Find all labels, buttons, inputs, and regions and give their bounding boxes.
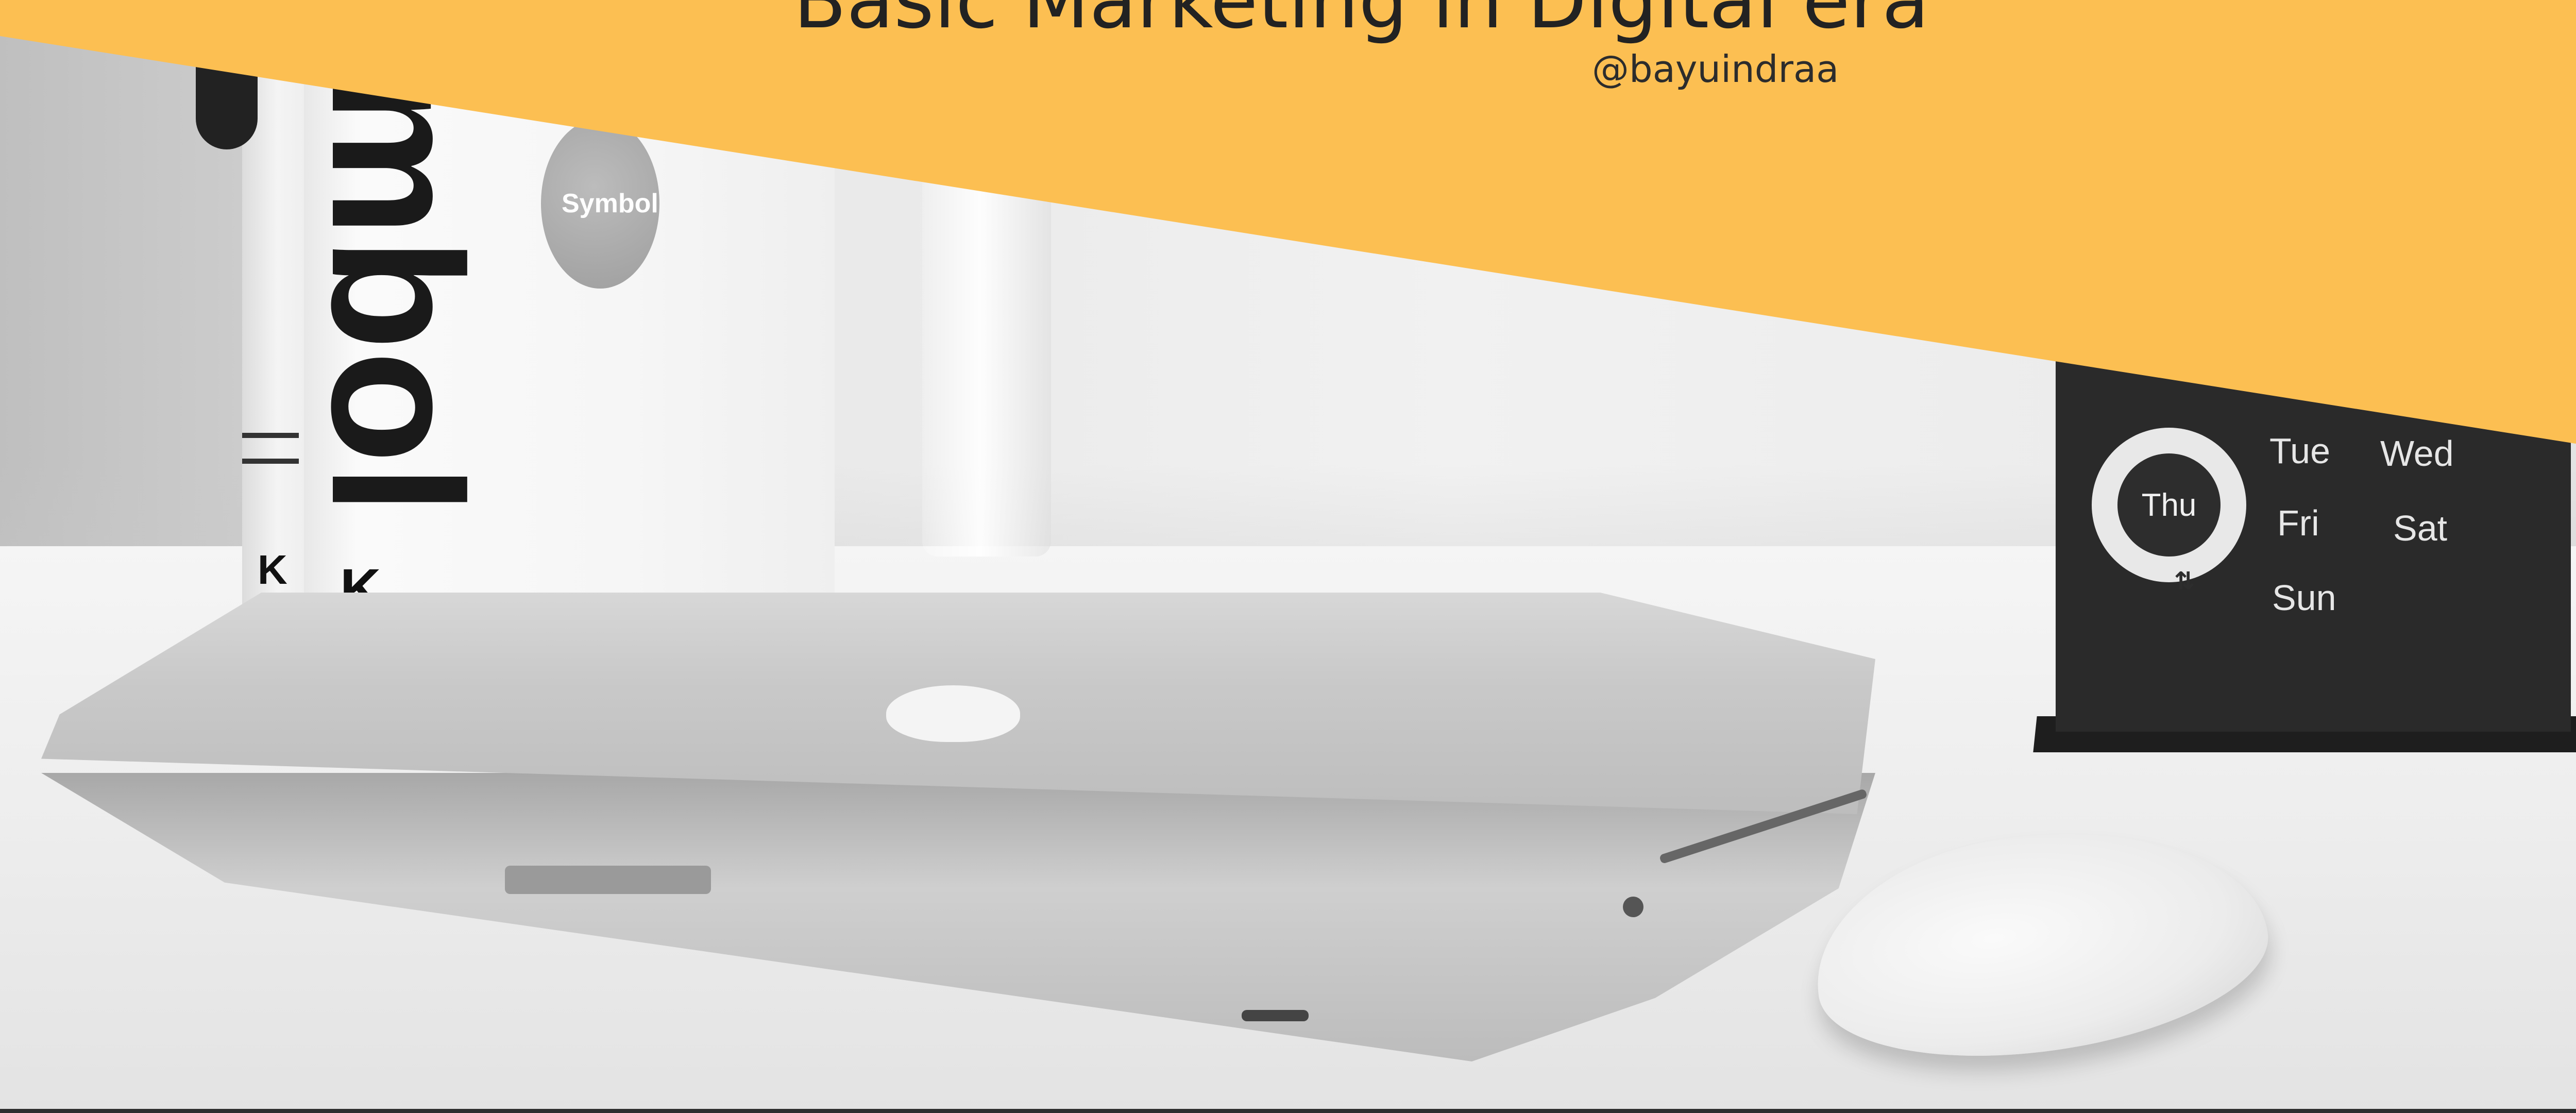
clock-day-wed: Wed bbox=[2380, 433, 2454, 474]
sticker-text: Symbol bbox=[562, 189, 658, 218]
slide-title: Basic Marketing in Digital era bbox=[793, 0, 1929, 46]
headphone-port bbox=[1623, 897, 1643, 917]
publisher-mark-1: K bbox=[258, 547, 287, 593]
dial-center: Thu bbox=[2117, 453, 2221, 556]
slide-bottom-edge bbox=[0, 1109, 2576, 1113]
sleep-indicator bbox=[1242, 1010, 1309, 1021]
drinking-glass bbox=[922, 155, 1051, 556]
dial-center-day: Thu bbox=[2141, 487, 2197, 523]
clock-day-fri: Fri bbox=[2277, 503, 2319, 543]
clock-day-sun: Sun bbox=[2272, 578, 2336, 618]
clock-day-tue: Tue bbox=[2269, 431, 2331, 471]
book-sticker: Symbol bbox=[541, 119, 659, 289]
laptop-latch bbox=[505, 866, 711, 894]
clock-day-sat: Sat bbox=[2393, 508, 2448, 548]
book-spine-text: mbol bbox=[293, 72, 500, 515]
author-handle: @bayuindraa bbox=[1592, 47, 1839, 91]
book-stripes bbox=[242, 433, 299, 464]
dial-arrows-icon: ⇅ bbox=[2174, 567, 2195, 596]
presentation-slide: mbol K K Symbol Thu ⇅ Tue Wed Fri Sat Su… bbox=[0, 0, 2576, 1113]
apple-logo-icon bbox=[886, 685, 1020, 742]
